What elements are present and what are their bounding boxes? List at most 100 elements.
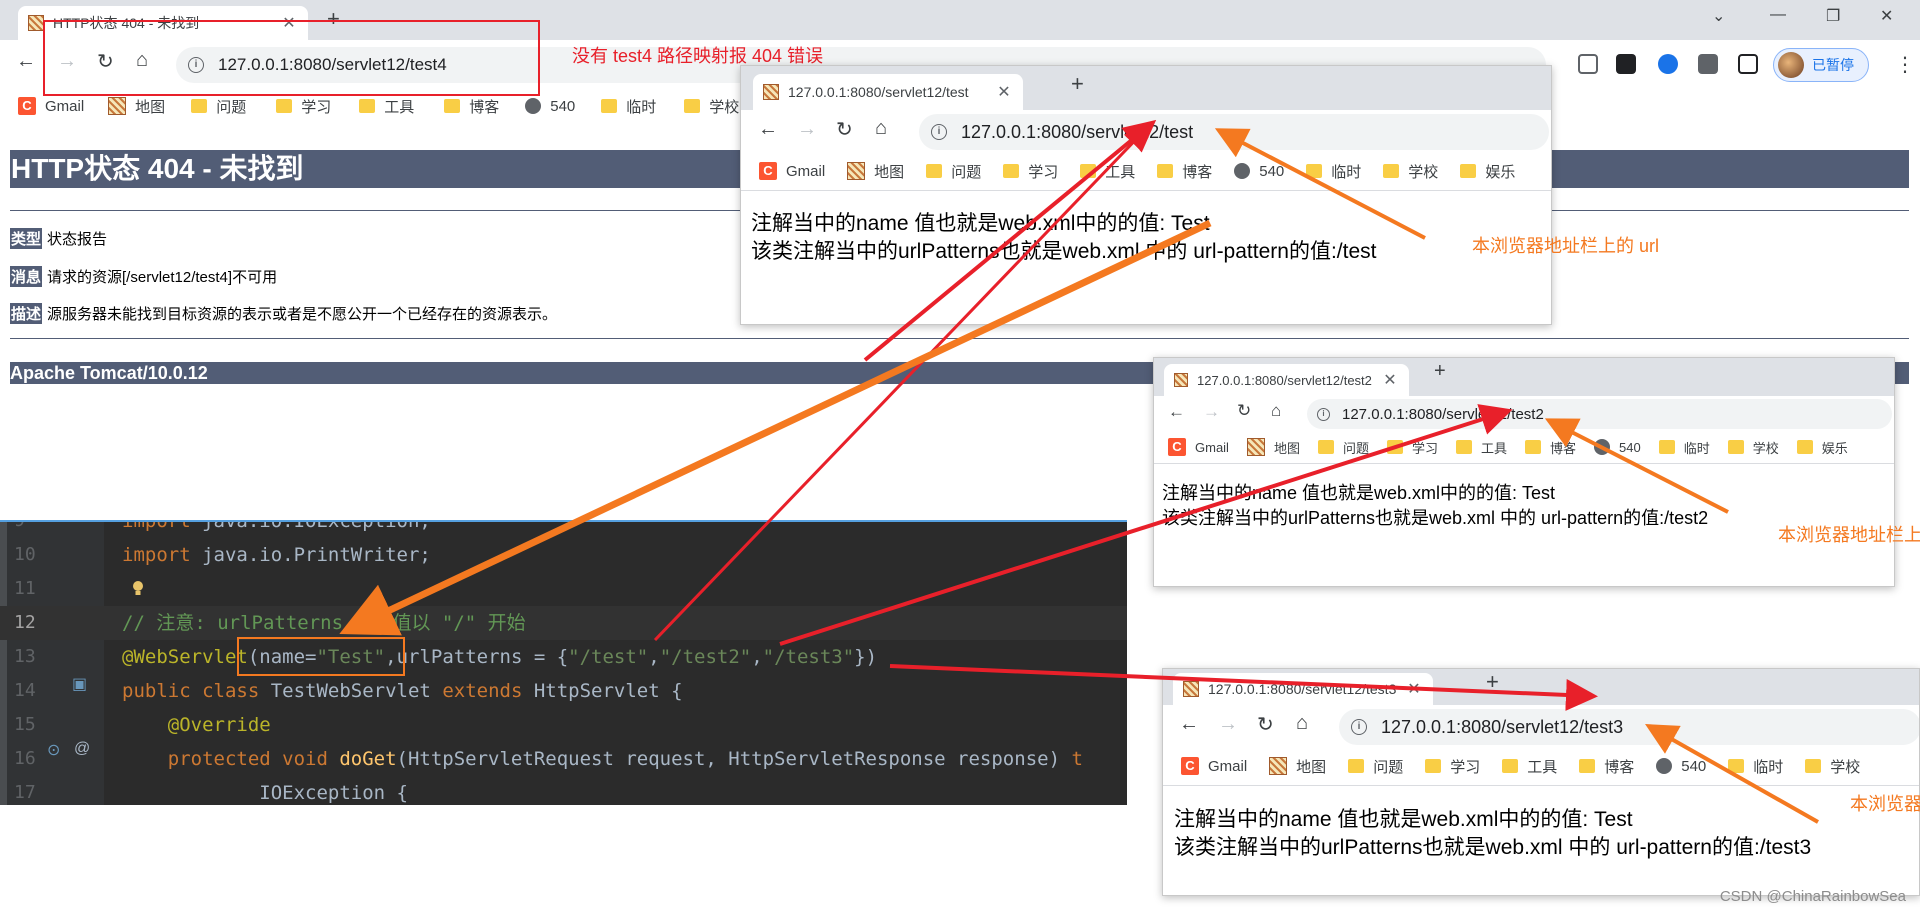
override-gutter-icon[interactable]: ⊙ xyxy=(47,740,60,760)
close-tab-icon[interactable]: ✕ xyxy=(1381,370,1399,390)
lightbulb-icon[interactable] xyxy=(132,580,144,596)
minimize-button[interactable]: — xyxy=(1770,6,1786,24)
code-line[interactable]: 14 public class TestWebServlet extends Ht… xyxy=(0,674,1127,708)
bookmark-item[interactable]: 学习 xyxy=(1003,161,1058,182)
bookmark-item[interactable]: 工具 xyxy=(359,96,414,117)
bookmark-item[interactable]: 学校 xyxy=(1383,161,1438,182)
restore-button[interactable]: ❐ xyxy=(1826,6,1840,26)
line-number: 15 xyxy=(14,714,36,735)
site-info-icon[interactable]: i xyxy=(931,124,947,140)
code-line[interactable]: 12 // 注意: urlPatterns 属性值以 "/" 开始 xyxy=(0,606,1127,640)
bookmark-item[interactable]: 问题 xyxy=(1348,756,1403,777)
menu-icon[interactable]: ⋮ xyxy=(1895,52,1915,77)
bookmark-item[interactable]: 学校 xyxy=(1727,438,1779,457)
bookmark-item[interactable]: 学习 xyxy=(276,96,331,117)
code-line[interactable]: 10 import java.io.PrintWriter; xyxy=(0,538,1127,572)
folder-icon xyxy=(1003,164,1020,178)
back-button[interactable]: ← xyxy=(758,118,778,141)
reload-button[interactable]: ↻ xyxy=(1237,401,1251,421)
media-icon[interactable] xyxy=(1616,54,1636,74)
bookmark-item[interactable]: 地图 xyxy=(1246,438,1300,457)
window-tab[interactable]: 127.0.0.1:8080/servlet12/test ✕ xyxy=(753,74,1023,110)
bookmark-item[interactable]: C Gmail xyxy=(1181,757,1247,775)
divider xyxy=(741,190,1551,191)
bookmark-item[interactable]: C Gmail xyxy=(759,162,825,180)
bookmark-item[interactable]: C Gmail xyxy=(18,97,84,115)
servlet-gutter-icon[interactable]: ▣ xyxy=(72,674,87,694)
bookmark-item[interactable]: 地图 xyxy=(1269,756,1326,777)
bookmark-item[interactable]: 博客 xyxy=(1525,438,1576,457)
bookmark-item[interactable]: 临时 xyxy=(1306,161,1361,182)
forward-button[interactable]: → xyxy=(797,118,817,141)
code-line[interactable]: 9 import java.io.IOException; xyxy=(0,522,1127,538)
forward-button[interactable]: → xyxy=(1218,713,1238,736)
bookmark-item[interactable]: 博客 xyxy=(1157,161,1212,182)
bookmark-item[interactable]: 博客 xyxy=(1579,756,1634,777)
back-button[interactable]: ← xyxy=(1168,402,1185,422)
side-panel-icon[interactable] xyxy=(1738,54,1758,74)
bookmark-item[interactable]: 临时 xyxy=(1728,756,1783,777)
bookmark-item[interactable]: 临时 xyxy=(1658,438,1710,457)
map-icon xyxy=(1269,757,1288,775)
bookmark-item[interactable]: 学习 xyxy=(1425,756,1480,777)
forward-button[interactable]: → xyxy=(1203,402,1220,422)
window-address-bar[interactable]: i 127.0.0.1:8080/servlet12/test2 xyxy=(1307,399,1892,429)
close-window-button[interactable]: ✕ xyxy=(1880,6,1893,26)
window-address-bar[interactable]: i 127.0.0.1:8080/servlet12/test3 xyxy=(1339,709,1919,745)
annotation-gutter-icon[interactable]: @ xyxy=(74,740,90,758)
bookmark-item[interactable]: 工具 xyxy=(1456,438,1507,457)
site-info-icon[interactable]: i xyxy=(1351,719,1367,735)
bookmark-label: 临时 xyxy=(1683,440,1710,456)
code-line[interactable]: 17 IOException { xyxy=(0,776,1127,805)
bookmark-item[interactable]: 博客 xyxy=(444,96,499,117)
new-tab-button[interactable]: + xyxy=(1071,71,1084,97)
puzzle-icon[interactable] xyxy=(1698,54,1718,74)
bookmark-item[interactable]: 540 xyxy=(1234,163,1284,180)
close-tab-icon[interactable]: ✕ xyxy=(995,82,1013,102)
bookmark-item[interactable]: 问题 xyxy=(926,161,981,182)
bookmark-item[interactable]: C Gmail xyxy=(1168,438,1229,456)
bookmark-item[interactable]: 学校 xyxy=(684,96,739,117)
bookmark-item[interactable]: 学校 xyxy=(1805,756,1860,777)
site-info-icon[interactable]: i xyxy=(1317,407,1330,421)
bookmark-item[interactable]: 540 xyxy=(1594,439,1641,455)
bookmark-item[interactable]: 地图 xyxy=(108,96,165,117)
bookmark-item[interactable]: 娱乐 xyxy=(1460,161,1515,182)
code-editor[interactable]: 9 import java.io.IOException; 10 import jav… xyxy=(0,520,1127,805)
code-line[interactable]: 15 @Override xyxy=(0,708,1127,742)
home-button[interactable]: ⌂ xyxy=(875,117,887,140)
reload-button[interactable]: ↻ xyxy=(1257,712,1274,737)
tab-search-icon[interactable] xyxy=(1578,54,1598,74)
bookmark-item[interactable]: 问题 xyxy=(191,96,246,117)
code-line[interactable]: 11 xyxy=(0,572,1127,606)
bookmark-item[interactable]: 学习 xyxy=(1386,438,1438,457)
home-button[interactable]: ⌂ xyxy=(1296,712,1308,735)
window-address-bar[interactable]: i 127.0.0.1:8080/servlet12/test xyxy=(919,114,1549,150)
back-button[interactable]: ← xyxy=(16,50,36,73)
bookmark-item[interactable]: 地图 xyxy=(847,161,904,182)
close-tab-icon[interactable]: ✕ xyxy=(1405,679,1423,699)
window-tab[interactable]: 127.0.0.1:8080/servlet12/test2 ✕ xyxy=(1164,364,1409,396)
chevron-down-icon[interactable]: ⌄ xyxy=(1712,6,1725,26)
bookmark-item[interactable]: 工具 xyxy=(1502,756,1557,777)
back-button[interactable]: ← xyxy=(1179,713,1199,736)
bookmark-item[interactable]: 问题 xyxy=(1317,438,1369,457)
bookmark-item[interactable]: 临时 xyxy=(601,96,656,117)
bookmark-item[interactable]: 娱乐 xyxy=(1796,438,1848,457)
window-tab[interactable]: 127.0.0.1:8080/servlet12/test3 ✕ xyxy=(1173,673,1433,705)
code-token: java.io.PrintWriter; xyxy=(202,544,431,566)
bookmark-item[interactable]: 540 xyxy=(525,98,575,115)
bookmark-item[interactable]: 540 xyxy=(1656,758,1706,775)
window-url: 127.0.0.1:8080/servlet12/test2 xyxy=(1342,405,1544,423)
extension-a-icon[interactable] xyxy=(1658,54,1678,74)
new-tab-button[interactable]: + xyxy=(1486,669,1499,695)
bookmark-label: 博客 xyxy=(1182,163,1213,181)
code-line[interactable]: 13 @WebServlet(name="Test",urlPatterns = … xyxy=(0,640,1127,674)
annotation-url-1: 本浏览器地址栏上的 url xyxy=(1472,236,1660,256)
new-tab-button[interactable]: + xyxy=(1434,360,1446,383)
profile-button[interactable]: 已暂停 xyxy=(1773,48,1869,82)
code-line[interactable]: 16 protected void doGet(HttpServletReque… xyxy=(0,742,1127,776)
home-button[interactable]: ⌂ xyxy=(1271,401,1281,421)
reload-button[interactable]: ↻ xyxy=(836,117,853,142)
bookmark-item[interactable]: 工具 xyxy=(1080,161,1135,182)
